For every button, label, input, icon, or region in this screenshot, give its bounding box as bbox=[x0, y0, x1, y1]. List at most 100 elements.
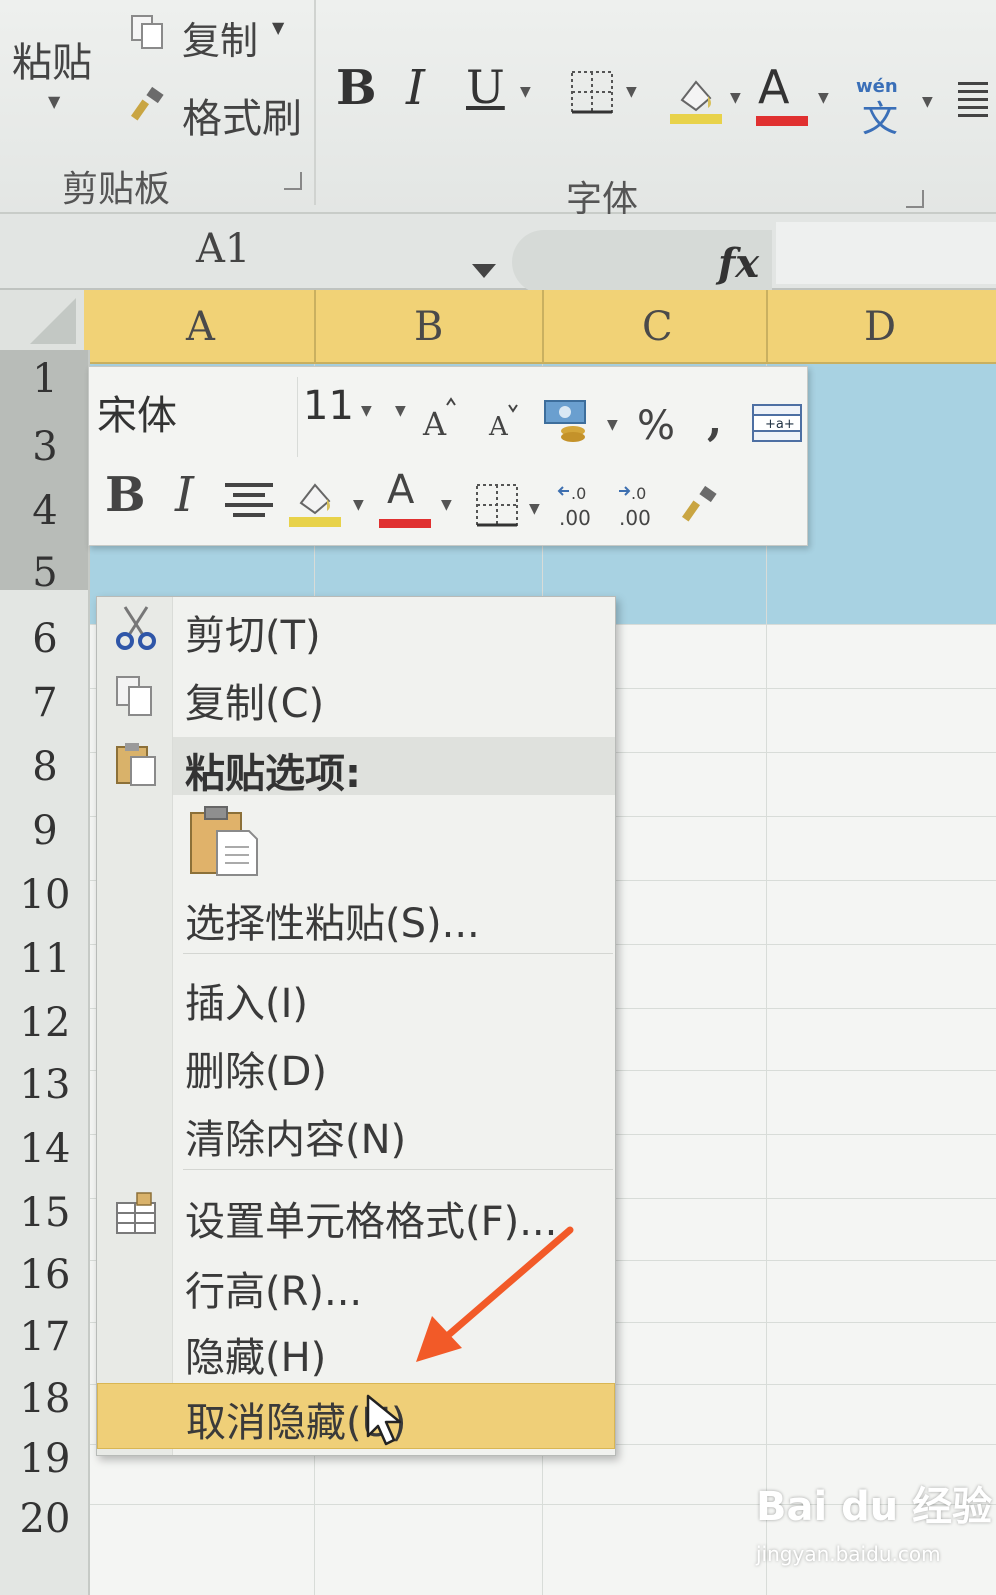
row-header-14[interactable]: 14 bbox=[0, 1126, 90, 1172]
increase-font-size-icon[interactable]: A bbox=[419, 397, 459, 441]
column-header-c[interactable]: C bbox=[642, 304, 673, 350]
center-align-icon[interactable] bbox=[223, 479, 275, 523]
underline-dropdown-icon[interactable]: ▼ bbox=[520, 84, 531, 100]
menu-item-insert[interactable]: 插入(I) bbox=[97, 965, 615, 1031]
row-header-9[interactable]: 9 bbox=[0, 808, 90, 854]
row-header-12[interactable]: 12 bbox=[0, 1000, 90, 1046]
row-header-6[interactable]: 6 bbox=[0, 616, 90, 662]
select-all-corner[interactable] bbox=[0, 290, 84, 350]
row-header-17[interactable]: 17 bbox=[0, 1314, 90, 1360]
menu-item-unhide[interactable]: 取消隐藏(U) bbox=[97, 1383, 615, 1449]
menu-label-insert: 插入(I) bbox=[185, 981, 309, 1027]
merge-center-icon[interactable]: +a+ bbox=[751, 403, 803, 443]
format-cells-icon bbox=[116, 1192, 156, 1234]
copy-icon[interactable] bbox=[128, 12, 168, 52]
fill-color-icon[interactable] bbox=[668, 70, 724, 126]
row-header-16[interactable]: 16 bbox=[0, 1252, 90, 1298]
column-header-a[interactable]: A bbox=[186, 304, 215, 350]
copy-dropdown-icon[interactable]: ▼ bbox=[272, 18, 284, 37]
border-dropdown-icon[interactable]: ▼ bbox=[529, 501, 540, 517]
comma-style-button[interactable]: , bbox=[707, 395, 722, 446]
border-icon[interactable] bbox=[475, 483, 519, 527]
insert-function-icon[interactable]: fx bbox=[718, 240, 759, 287]
row-header-19[interactable]: 19 bbox=[0, 1436, 90, 1482]
row-header-20[interactable]: 20 bbox=[0, 1496, 90, 1542]
formula-bar: A1 fx bbox=[0, 214, 996, 294]
font-color-dropdown-icon[interactable]: ▼ bbox=[818, 90, 829, 106]
fill-color-dropdown-icon[interactable]: ▼ bbox=[730, 90, 741, 106]
accounting-format-icon[interactable] bbox=[543, 397, 595, 445]
row-header-7[interactable]: 7 bbox=[0, 680, 90, 726]
decrease-decimal-icon[interactable]: .0 .00 bbox=[615, 481, 663, 531]
row-header-1[interactable]: 1 bbox=[0, 356, 90, 402]
copy-icon bbox=[116, 676, 152, 716]
row-header-8[interactable]: 8 bbox=[0, 744, 90, 790]
row-header-5[interactable]: 5 bbox=[0, 550, 90, 596]
name-box-value: A1 bbox=[196, 226, 251, 272]
clipboard-launcher-icon[interactable] bbox=[284, 172, 302, 190]
menu-label-cut: 剪切(T) bbox=[185, 613, 321, 659]
font-color-button[interactable]: A bbox=[758, 60, 789, 114]
accounting-dropdown-icon[interactable]: ▼ bbox=[607, 417, 618, 433]
align-icon[interactable] bbox=[958, 82, 988, 122]
format-painter-icon[interactable] bbox=[679, 485, 723, 529]
svg-text:.0: .0 bbox=[631, 484, 646, 503]
font-launcher-icon[interactable] bbox=[906, 190, 924, 208]
row-header-15[interactable]: 15 bbox=[0, 1190, 90, 1236]
row-header-3[interactable]: 3 bbox=[0, 424, 90, 470]
menu-item-clear-contents[interactable]: 清除内容(N) bbox=[97, 1101, 615, 1167]
name-box[interactable]: A1 bbox=[0, 224, 512, 282]
menu-item-cut[interactable]: 剪切(T) bbox=[97, 597, 615, 663]
underline-button[interactable]: U bbox=[466, 60, 505, 114]
toolbar-divider bbox=[297, 377, 298, 457]
row-header-column: 1 3 4 5 6 7 8 9 10 11 12 13 14 15 16 17 … bbox=[0, 350, 90, 1595]
menu-item-delete[interactable]: 删除(D) bbox=[97, 1033, 615, 1099]
bold-button[interactable]: B bbox=[105, 467, 146, 523]
baidu-jingyan-watermark: Bai du 经验 jingyan.baidu.com bbox=[756, 1474, 992, 1584]
fill-color-icon[interactable] bbox=[287, 475, 343, 531]
font-size-box[interactable]: 11 bbox=[303, 383, 354, 429]
font-color-swatch bbox=[756, 116, 808, 126]
annotation-arrow-icon bbox=[416, 1226, 574, 1362]
border-icon[interactable] bbox=[570, 70, 614, 114]
phonetic-dropdown-icon[interactable]: ▼ bbox=[922, 94, 933, 110]
italic-button[interactable]: I bbox=[175, 467, 194, 523]
menu-label-copy: 复制(C) bbox=[185, 681, 325, 727]
bold-button[interactable]: B bbox=[336, 60, 377, 116]
menu-label-row-height: 行高(R)... bbox=[185, 1269, 363, 1315]
format-painter-icon[interactable] bbox=[128, 86, 168, 126]
increase-decimal-icon[interactable]: .0 .00 bbox=[555, 481, 603, 531]
font-color-button[interactable]: A bbox=[387, 467, 414, 513]
row-header-13[interactable]: 13 bbox=[0, 1062, 90, 1108]
copy-button[interactable]: 复制 bbox=[182, 10, 258, 65]
svg-text:.0: .0 bbox=[571, 484, 586, 503]
row-header-11[interactable]: 11 bbox=[0, 936, 90, 982]
column-header-b[interactable]: B bbox=[414, 304, 443, 350]
svg-text:+a+: +a+ bbox=[765, 417, 795, 432]
row-header-10[interactable]: 10 bbox=[0, 872, 90, 918]
italic-button[interactable]: I bbox=[406, 60, 425, 116]
column-divider bbox=[766, 290, 768, 364]
font-color-dropdown-icon[interactable]: ▼ bbox=[441, 497, 452, 513]
menu-item-copy[interactable]: 复制(C) bbox=[97, 665, 615, 731]
decrease-font-size-icon[interactable]: A bbox=[485, 401, 521, 441]
row-header-18[interactable]: 18 bbox=[0, 1376, 90, 1422]
format-painter-button[interactable]: 格式刷 bbox=[182, 86, 302, 144]
border-dropdown-icon[interactable]: ▼ bbox=[626, 84, 637, 100]
phonetic-guide-char[interactable]: 文 bbox=[862, 90, 898, 142]
scissors-icon bbox=[116, 606, 156, 650]
paste-button-icon[interactable] bbox=[187, 803, 263, 879]
menu-item-paste-special[interactable]: 选择性粘贴(S)... bbox=[97, 885, 615, 951]
fill-color-dropdown-icon[interactable]: ▼ bbox=[353, 497, 364, 513]
row-header-4[interactable]: 4 bbox=[0, 488, 90, 534]
mouse-cursor-icon bbox=[366, 1394, 402, 1446]
column-header-d[interactable]: D bbox=[864, 304, 896, 350]
font-size-dropdown-icon[interactable]: ▼ bbox=[395, 403, 406, 419]
paste-dropdown-icon[interactable]: ▼ bbox=[48, 92, 60, 111]
formula-input[interactable] bbox=[776, 222, 996, 284]
font-name-dropdown-icon[interactable]: ▼ bbox=[361, 403, 372, 419]
font-name-box[interactable]: 宋体 bbox=[97, 383, 177, 441]
name-box-dropdown-icon[interactable] bbox=[472, 264, 496, 278]
percent-style-button[interactable]: % bbox=[637, 403, 675, 449]
paste-button[interactable]: 粘贴 bbox=[12, 30, 92, 88]
